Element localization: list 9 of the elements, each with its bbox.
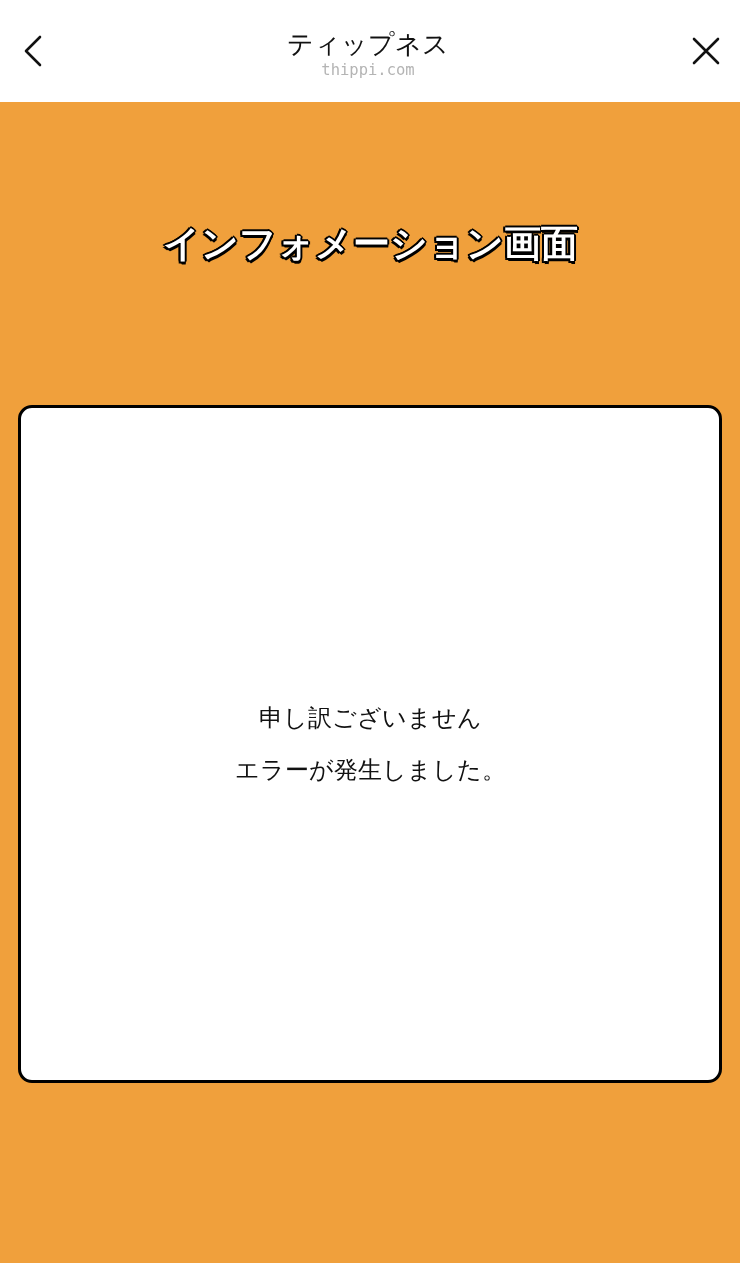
domain-label: thippi.com: [321, 60, 415, 80]
close-icon: [692, 37, 720, 65]
page-heading: インフォメーション画面: [162, 221, 578, 267]
back-button[interactable]: [22, 35, 44, 67]
message-text: エラーが発生しました。: [234, 755, 506, 786]
close-button[interactable]: [692, 37, 720, 65]
page-title: ティップネス: [287, 28, 449, 60]
message-text: 申し訳ございません: [258, 703, 482, 734]
back-chevron-icon: [22, 35, 44, 67]
